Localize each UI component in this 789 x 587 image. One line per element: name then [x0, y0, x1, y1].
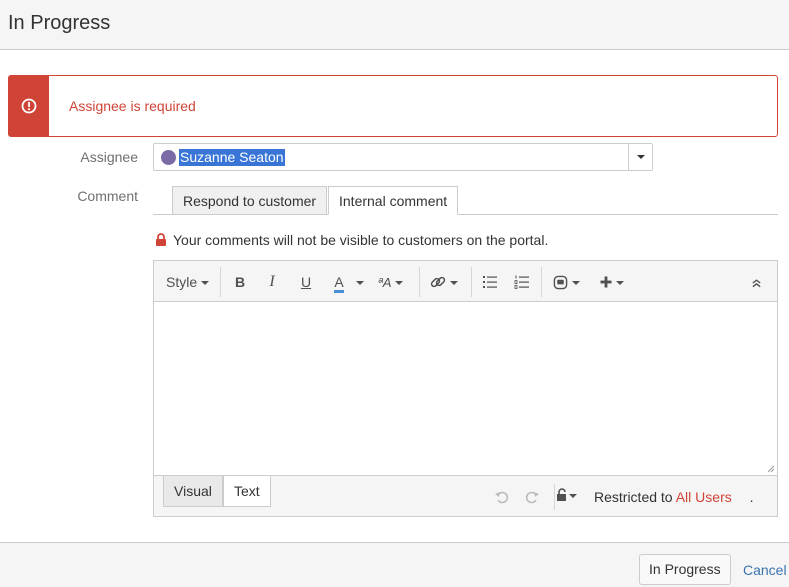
emoticon-dropdown[interactable]: [553, 271, 580, 293]
undo-icon[interactable]: [494, 489, 510, 505]
text-color-dropdown[interactable]: [354, 271, 366, 293]
restriction-suffix: .: [749, 489, 754, 505]
dialog-header: In Progress: [0, 0, 789, 50]
bullet-list-icon: [483, 276, 497, 288]
assignee-select[interactable]: Suzanne Seaton: [153, 143, 653, 171]
tab-text[interactable]: Text: [223, 476, 271, 507]
visibility-notice: Your comments will not be visible to cus…: [155, 232, 548, 248]
submit-in-progress-button[interactable]: In Progress: [639, 554, 731, 585]
text-size-label: ªA: [378, 275, 392, 290]
error-message-box: Assignee is required: [8, 75, 778, 137]
insert-more-dropdown[interactable]: [600, 271, 624, 293]
italic-button[interactable]: I: [264, 271, 280, 293]
chevron-down-icon: [616, 281, 624, 285]
bullet-list-button[interactable]: [482, 271, 498, 293]
text-size-dropdown[interactable]: ªA: [378, 271, 404, 293]
editor-toolbar: Style B I U A ªA: [154, 261, 777, 302]
exclamation-circle-icon: [21, 98, 37, 114]
toolbar-separator: [419, 267, 420, 297]
chevron-down-icon: [569, 494, 577, 498]
tab-internal-comment[interactable]: Internal comment: [328, 186, 459, 215]
cancel-link[interactable]: Cancel: [743, 562, 787, 578]
tab-respond-to-customer[interactable]: Respond to customer: [172, 186, 328, 215]
error-text: Assignee is required: [69, 98, 196, 114]
numbered-list-icon: [514, 275, 529, 289]
avatar: [161, 150, 176, 165]
footer-separator: [554, 484, 555, 510]
visibility-notice-text: Your comments will not be visible to cus…: [173, 232, 549, 248]
underline-button[interactable]: U: [298, 271, 314, 293]
collapse-toolbar-icon: [751, 279, 761, 288]
assignee-value[interactable]: Suzanne Seaton: [179, 149, 285, 166]
chevron-down-icon[interactable]: [628, 144, 652, 170]
assignee-label: Assignee: [80, 149, 138, 165]
style-dropdown-label: Style: [166, 274, 198, 290]
toolbar-separator: [220, 267, 221, 297]
numbered-list-button[interactable]: [514, 271, 530, 293]
restriction-prefix: Restricted to: [594, 489, 673, 505]
dialog-title: In Progress: [8, 12, 111, 34]
editor-footer: Visual Text Restricted to All Users .: [154, 475, 777, 516]
toolbar-separator: [471, 267, 472, 297]
resize-grip-icon[interactable]: [767, 465, 775, 473]
comment-editor: Style B I U A ªA Visual Text Restricted …: [153, 260, 778, 517]
text-color-label: A: [334, 274, 344, 293]
error-strip: [9, 76, 49, 136]
text-color-button[interactable]: A: [331, 271, 347, 293]
collapse-toolbar-button[interactable]: [749, 271, 763, 293]
restriction-target-link[interactable]: All Users: [676, 489, 732, 505]
chevron-down-icon: [572, 281, 580, 285]
toolbar-separator: [541, 267, 542, 297]
chevron-down-icon: [395, 281, 404, 285]
restriction-dropdown[interactable]: [556, 488, 578, 506]
chevron-down-icon: [201, 281, 210, 285]
link-icon: [430, 276, 446, 288]
lock-icon: [156, 233, 166, 246]
chevron-down-icon: [450, 281, 458, 285]
link-dropdown[interactable]: [430, 271, 458, 293]
emoticon-icon: [553, 275, 568, 290]
tab-visual[interactable]: Visual: [163, 476, 223, 507]
comment-label: Comment: [77, 188, 138, 204]
insert-more-icon: [600, 276, 612, 288]
chevron-down-icon: [356, 281, 364, 285]
comment-textarea[interactable]: [154, 302, 777, 475]
unlock-icon: [557, 488, 566, 501]
redo-icon[interactable]: [524, 489, 540, 505]
bold-button[interactable]: B: [232, 271, 248, 293]
dialog-footer: In Progress Cancel: [0, 542, 789, 587]
style-dropdown[interactable]: Style: [166, 271, 210, 293]
restriction-text: Restricted to All Users .: [594, 489, 754, 505]
